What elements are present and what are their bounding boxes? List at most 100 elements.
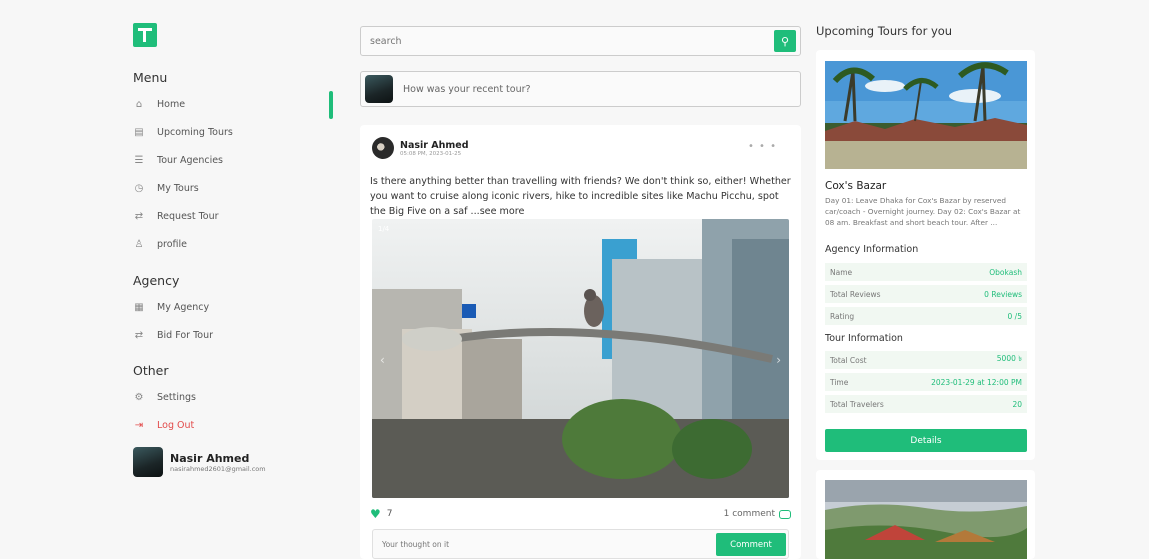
row-key: Total Cost [830,355,867,365]
app-page: Menu ⌂ Home ▤ Upcoming Tours ☰ Tour Agen… [0,0,1149,559]
sidebar-item-request-tour[interactable]: ⇄ Request Tour [133,206,219,226]
search-bar: ⚲ [360,26,801,56]
post-card: Nasir Ahmed 05:08 PM, 2023-01-25 • • • I… [360,125,801,559]
tour-image[interactable] [825,480,1027,559]
city-photo [372,219,789,498]
comment-input[interactable] [373,530,693,558]
sidebar-item-label: Settings [157,391,196,403]
row-value: 20 [1012,399,1022,409]
row-key: Total Travelers [830,399,884,409]
user-icon: ♙ [134,238,144,250]
avatar [133,447,163,477]
sidebar-item-label: Tour Agencies [157,154,223,166]
row-key: Total Reviews [830,289,881,299]
sidebar: Menu ⌂ Home ▤ Upcoming Tours ☰ Tour Agen… [0,0,335,559]
post-time: 05:08 PM, 2023-01-25 [400,150,462,157]
comment-icon [779,509,791,519]
active-indicator [329,91,333,119]
tour-card [816,470,1035,559]
route-icon: ⇄ [134,329,144,341]
agency-row-name: Name Obokash [825,263,1027,281]
clock-icon: ◷ [134,182,144,194]
sidebar-item-bid-for-tour[interactable]: ⇄ Bid For Tour [133,325,213,345]
image-counter: 1/4 [378,225,390,233]
search-button[interactable]: ⚲ [774,30,796,52]
sidebar-item-home[interactable]: ⌂ Home [133,94,185,114]
post-header: Nasir Ahmed 05:08 PM, 2023-01-25 [372,137,469,159]
sidebar-item-tour-agencies[interactable]: ☰ Tour Agencies [133,150,223,170]
hill-photo [825,480,1027,559]
calendar-icon: ▤ [134,126,144,138]
post-footer: ♥ 7 1 comment [370,506,791,522]
row-value: 2023-01-29 at 12:00 PM [931,377,1022,387]
user-name: Nasir Ahmed [170,451,250,465]
compose-post[interactable]: How was your recent tour? [360,71,801,107]
tour-description: Day 01: Leave Dhaka for Cox's Bazar by r… [825,196,1021,227]
user-email: nasirahmed2601@gmail.com [170,464,266,473]
sidebar-item-label: profile [157,238,188,250]
avatar [365,75,393,103]
route-icon: ⇄ [134,210,144,222]
tour-row-time: Time 2023-01-29 at 12:00 PM [825,373,1027,391]
post-author[interactable]: Nasir Ahmed [400,140,469,151]
sidebar-item-label: Home [157,98,186,110]
see-more-link[interactable]: see more [480,206,525,217]
row-key: Rating [830,311,855,321]
sidebar-item-logout[interactable]: ⇥ Log Out [133,415,194,435]
sidebar-item-label: Request Tour [157,210,219,222]
like-count: 7 [386,509,393,519]
agency-section-title: Agency [133,273,180,288]
other-section-title: Other [133,363,169,378]
agency-row-reviews: Total Reviews 0 Reviews [825,285,1027,303]
compose-placeholder: How was your recent tour? [403,83,531,95]
agency-row-rating: Rating 0 /5 [825,307,1027,325]
agency-info-heading: Agency Information [825,244,919,255]
row-key: Name [830,267,853,277]
comment-button[interactable]: Comment [716,533,786,556]
list-icon: ☰ [134,154,144,166]
sidebar-item-label: My Tours [157,182,199,194]
tour-row-travelers: Total Travelers 20 [825,395,1027,413]
comment-box: Comment [372,529,789,559]
beach-photo [825,61,1027,169]
search-input[interactable] [361,27,761,55]
heart-icon: ♥ [370,507,381,521]
building-icon: ▦ [134,301,144,313]
sidebar-item-label: Log Out [157,419,195,431]
chevron-left-icon[interactable]: ‹ [380,353,385,367]
tour-info-heading: Tour Information [825,333,903,344]
home-icon: ⌂ [135,98,143,110]
tour-image[interactable] [825,61,1027,169]
tour-name[interactable]: Cox's Bazar [825,180,886,192]
gear-icon: ⚙ [134,391,144,403]
row-value[interactable]: Obokash [989,268,1022,277]
sidebar-item-my-agency[interactable]: ▦ My Agency [133,297,209,317]
sidebar-item-profile[interactable]: ♙ profile [133,234,188,254]
avatar[interactable] [372,137,394,159]
post-body: Is there anything better than travelling… [370,176,791,217]
current-user[interactable]: Nasir Ahmed nasirahmed2601@gmail.com [133,447,266,477]
sidebar-item-my-tours[interactable]: ◷ My Tours [133,178,199,198]
upcoming-tours-title: Upcoming Tours for you [816,24,953,38]
post-text: Is there anything better than travelling… [370,174,795,219]
like-button[interactable]: ♥ 7 [370,507,393,521]
sidebar-item-label: My Agency [157,301,210,313]
more-options-icon[interactable]: • • • [748,141,777,152]
row-value: 5000 ৳ [996,354,1022,363]
logout-icon: ⇥ [134,419,144,431]
row-value: 0 /5 [1007,311,1022,321]
sidebar-item-settings[interactable]: ⚙ Settings [133,387,196,407]
comments-link[interactable]: 1 comment [724,509,791,519]
tour-card: Cox's Bazar Day 01: Leave Dhaka for Cox'… [816,50,1035,460]
row-key: Time [830,377,849,387]
post-image[interactable]: 1/4 ‹ › [372,219,789,498]
menu-section-title: Menu [133,70,168,85]
search-icon: ⚲ [780,34,790,48]
chevron-right-icon[interactable]: › [776,353,781,367]
sidebar-item-label: Bid For Tour [157,329,213,341]
tour-row-cost: Total Cost 5000 ৳ [825,351,1027,369]
row-value[interactable]: 0 Reviews [984,290,1022,299]
details-button[interactable]: Details [825,429,1027,452]
sidebar-item-upcoming-tours[interactable]: ▤ Upcoming Tours [133,122,233,142]
app-logo[interactable] [133,23,157,47]
